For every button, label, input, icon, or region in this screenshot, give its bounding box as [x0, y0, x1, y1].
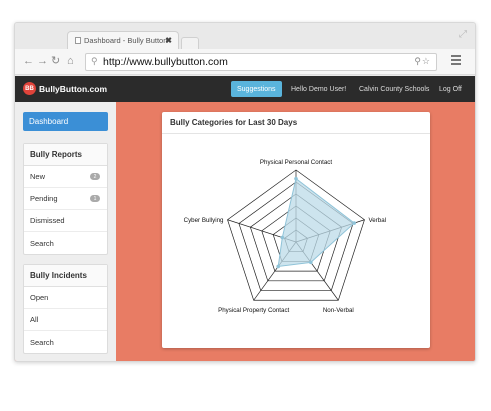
sidebar-item-label: Search: [30, 238, 54, 248]
logout-link[interactable]: Log Off: [439, 86, 462, 93]
home-icon[interactable]: ⌂: [67, 54, 74, 68]
chart-card: Bully Categories for Last 30 Days Physic…: [162, 112, 430, 348]
sidebar-item-label: New: [30, 172, 46, 181]
sidebar-item-label: All: [30, 315, 39, 324]
app-header: BB BullyButton.com Suggestions Hello Dem…: [15, 76, 475, 102]
forward-icon[interactable]: →: [37, 54, 48, 68]
radar-axis-label: Verbal: [368, 217, 386, 224]
count-badge: 2: [90, 173, 100, 180]
count-badge: 1: [90, 195, 100, 202]
site-logo[interactable]: BB BullyButton.com: [23, 82, 107, 95]
suggestions-button[interactable]: Suggestions: [231, 81, 282, 97]
tab-close-icon[interactable]: ✖: [165, 36, 172, 45]
bully-reports-panel: Bully Reports New 2 Pending 1 Dismissed …: [23, 143, 108, 255]
radar-series-area: [277, 177, 355, 268]
sidebar-item-label: Pending: [30, 194, 58, 203]
radar-data-point: [276, 264, 281, 269]
main-content: Dashboard Bully Reports New 2 Pending 1 …: [15, 102, 475, 361]
sidebar-item-label: Search: [30, 337, 54, 347]
logo-mark-icon: BB: [23, 82, 36, 95]
radar-axis-label: Non-Verbal: [323, 307, 354, 314]
sidebar-item-pending[interactable]: Pending 1: [24, 188, 107, 210]
browser-tab[interactable]: Dashboard - Bully Button ✖: [67, 31, 179, 49]
url-text: http://www.bullybutton.com: [103, 56, 228, 68]
document-icon: [75, 37, 81, 44]
dashboard-button[interactable]: Dashboard: [23, 112, 108, 131]
radar-axis-label: Cyber Bullying: [184, 217, 224, 224]
tab-strip: Dashboard - Bully Button ✖ ⤢: [15, 23, 475, 49]
user-greeting-link[interactable]: Hello Demo User!: [291, 86, 346, 93]
radar-axis-label: Physical Property Contact: [218, 307, 289, 314]
browser-window: Dashboard - Bully Button ✖ ⤢ ← → ↻ ⌂ ⚲ h…: [14, 22, 476, 362]
sidebar-item-label: Dismissed: [30, 216, 65, 225]
bully-reports-heading: Bully Reports: [24, 144, 107, 166]
sidebar-item-label: Open: [30, 293, 49, 302]
radar-data-point: [294, 176, 298, 181]
reload-icon[interactable]: ↻: [51, 54, 60, 68]
sidebar-item-all[interactable]: All: [24, 309, 107, 331]
sidebar-item-new[interactable]: New 2: [24, 166, 107, 188]
bully-incidents-panel: Bully Incidents Open All Search: [23, 264, 108, 354]
radar-chart: Physical Personal Contact Verbal Non-Verba…: [184, 159, 386, 314]
school-link[interactable]: Calvin County Schools: [359, 86, 429, 93]
sidebar-item-incidents-search[interactable]: Search: [24, 331, 107, 353]
bully-incidents-heading: Bully Incidents: [24, 265, 107, 287]
back-icon[interactable]: ←: [23, 54, 34, 68]
address-bar[interactable]: ⚲ http://www.bullybutton.com ⚲☆: [85, 53, 437, 71]
browser-toolbar: ← → ↻ ⌂ ⚲ http://www.bullybutton.com ⚲☆: [15, 49, 475, 75]
radar-data-point: [352, 221, 357, 225]
logo-text: BullyButton.com: [39, 83, 107, 94]
new-tab-button[interactable]: [181, 37, 199, 49]
fullscreen-icon[interactable]: ⤢: [459, 29, 467, 40]
radar-data-point: [309, 260, 313, 265]
chart-title: Bully Categories for Last 30 Days: [162, 112, 430, 134]
radar-axis-label: Physical Personal Contact: [260, 159, 333, 166]
bookmark-star-icon[interactable]: ⚲☆: [414, 56, 431, 67]
sidebar-item-dismissed[interactable]: Dismissed: [24, 210, 107, 232]
sidebar-item-reports-search[interactable]: Search: [24, 232, 107, 254]
tab-title: Dashboard - Bully Button: [84, 36, 168, 45]
sidebar: Dashboard Bully Reports New 2 Pending 1 …: [15, 102, 116, 361]
radar-data-point: [280, 235, 285, 240]
search-icon: ⚲: [91, 56, 98, 66]
sidebar-item-open[interactable]: Open: [24, 287, 107, 309]
menu-icon[interactable]: [451, 55, 461, 67]
